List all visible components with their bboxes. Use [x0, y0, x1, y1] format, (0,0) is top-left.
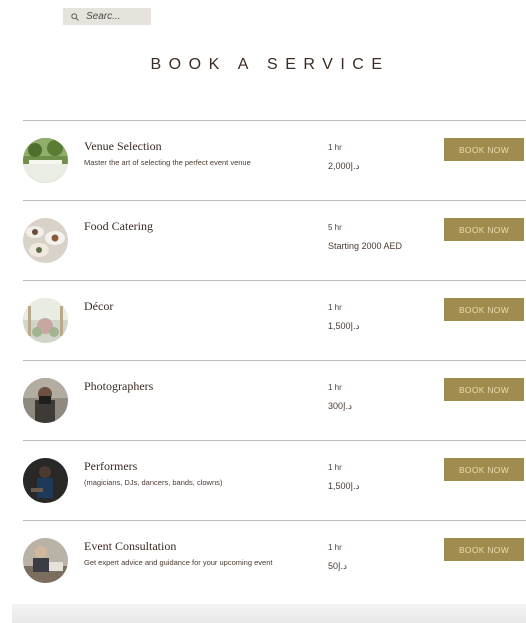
bottom-bar	[12, 604, 526, 623]
service-name: Performers	[84, 459, 138, 473]
page-title: BOOK A SERVICE	[150, 56, 390, 73]
service-price: د.إ1,500	[328, 481, 360, 491]
service-description: (magicians, DJs, dancers, bands, clowns)	[84, 478, 223, 487]
service-price: د.إ2,000	[328, 161, 360, 171]
book-now-button[interactable]: BOOK NOW	[444, 458, 524, 481]
venue-photo	[23, 138, 68, 183]
book-now-button[interactable]: BOOK NOW	[444, 138, 524, 161]
search-box[interactable]: Searc...	[63, 8, 151, 25]
service-row-event-consultation: Event Consultation Get expert advice and…	[23, 520, 526, 600]
performer-photo	[23, 458, 68, 503]
service-row-food-catering: Food Catering 5 hr Starting 2000 AED BOO…	[23, 200, 526, 280]
book-now-button[interactable]: BOOK NOW	[444, 538, 524, 561]
service-row-photographers: Photographers 1 hr د.إ300 BOOK NOW	[23, 360, 526, 440]
photographer-photo	[23, 378, 68, 423]
service-name: Décor	[84, 299, 114, 313]
service-name: Food Catering	[84, 219, 153, 233]
service-duration: 1 hr	[328, 383, 342, 392]
service-price: د.إ300	[328, 401, 353, 411]
service-duration: 1 hr	[328, 543, 342, 552]
service-duration: 1 hr	[328, 143, 342, 152]
service-row-venue-selection: Venue Selection Master the art of select…	[23, 120, 526, 200]
book-now-button[interactable]: BOOK NOW	[444, 298, 524, 321]
service-row-performers: Performers (magicians, DJs, dancers, ban…	[23, 440, 526, 520]
search-icon	[71, 12, 79, 21]
service-duration: 5 hr	[328, 223, 342, 232]
consultation-photo	[23, 538, 68, 583]
service-price: د.إ50	[328, 561, 348, 571]
book-now-button[interactable]: BOOK NOW	[444, 378, 524, 401]
service-row-decor: Décor 1 hr د.إ1,500 BOOK NOW	[23, 280, 526, 360]
decor-photo	[23, 298, 68, 343]
service-duration: 1 hr	[328, 463, 342, 472]
catering-photo	[23, 218, 68, 263]
search-placeholder: Searc...	[86, 11, 121, 22]
service-name: Event Consultation	[84, 539, 177, 553]
service-name: Photographers	[84, 379, 154, 393]
service-price: Starting 2000 AED	[328, 241, 403, 251]
service-name: Venue Selection	[84, 139, 162, 153]
service-duration: 1 hr	[328, 303, 342, 312]
service-description: Master the art of selecting the perfect …	[84, 158, 251, 167]
service-description: Get expert advice and guidance for your …	[84, 558, 273, 567]
service-list: Venue Selection Master the art of select…	[23, 120, 526, 600]
service-price: د.إ1,500	[328, 321, 360, 331]
book-now-button[interactable]: BOOK NOW	[444, 218, 524, 241]
